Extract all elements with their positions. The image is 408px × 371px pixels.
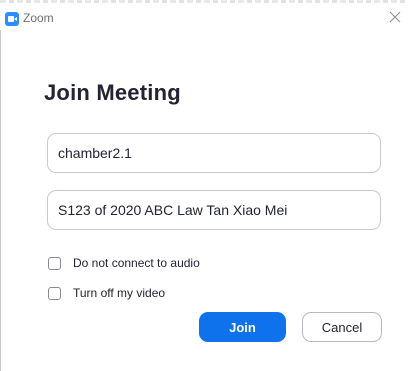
window-left-border — [0, 30, 1, 371]
no-audio-label: Do not connect to audio — [73, 256, 200, 270]
join-button[interactable]: Join — [199, 312, 286, 342]
page-title: Join Meeting — [44, 80, 181, 105]
window-title: Zoom — [23, 11, 54, 25]
zoom-logo-icon — [5, 12, 19, 26]
video-off-label: Turn off my video — [73, 286, 166, 300]
video-off-option[interactable]: Turn off my video — [48, 284, 165, 302]
cancel-button[interactable]: Cancel — [302, 312, 382, 342]
meeting-id-input[interactable] — [47, 133, 381, 173]
close-icon[interactable] — [386, 8, 404, 26]
display-name-input[interactable] — [47, 190, 381, 230]
no-audio-checkbox[interactable] — [48, 256, 61, 270]
no-audio-option[interactable]: Do not connect to audio — [48, 254, 200, 272]
zoom-join-window: Zoom Join Meeting Do not connect to audi… — [0, 0, 408, 371]
title-bar: Zoom — [0, 6, 408, 30]
video-off-checkbox[interactable] — [48, 286, 61, 300]
background-window-remnant — [0, 0, 408, 3]
